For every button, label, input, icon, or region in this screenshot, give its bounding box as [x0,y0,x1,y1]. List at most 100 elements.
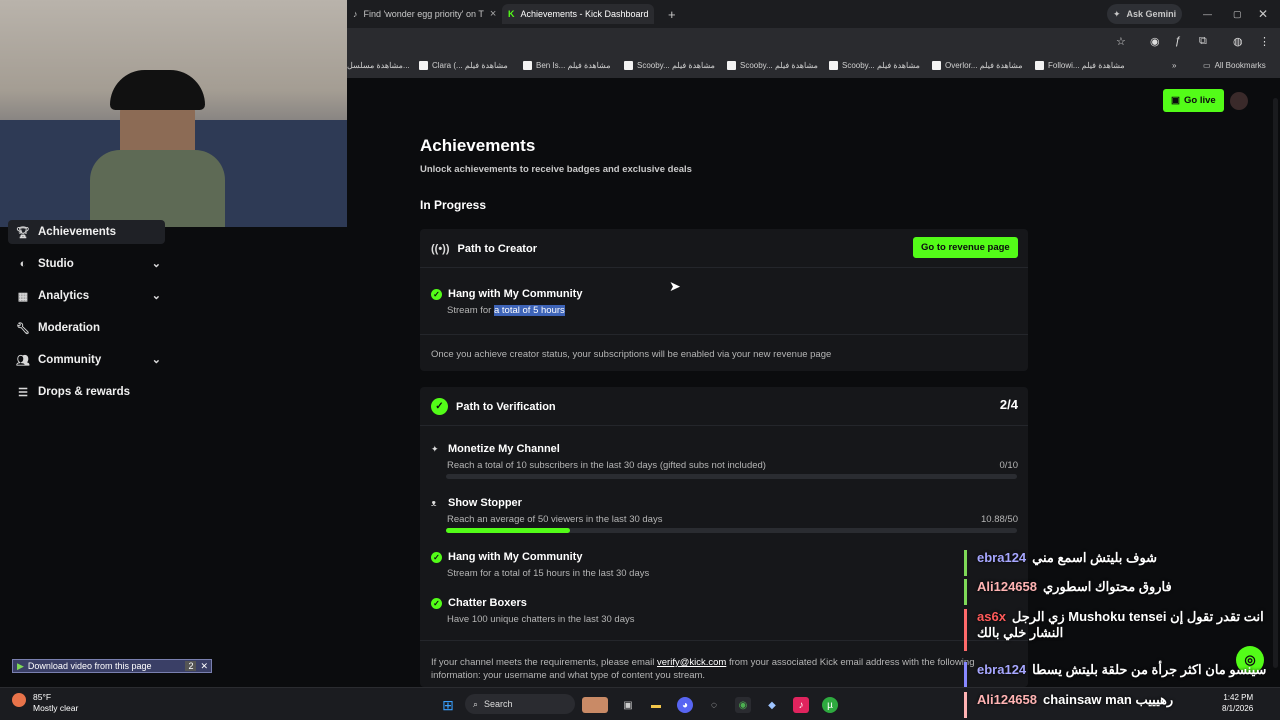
close-icon[interactable]: ✕ [200,661,211,672]
progress-bar [446,528,1017,533]
progress-fill [446,528,571,533]
path-to-verification-card: ✓ Path to Verification 2/4 ✦ Monetize My… [420,387,1028,687]
widget-icon[interactable] [582,697,608,713]
divider [420,640,1028,641]
creator-note: Once you achieve creator status, your su… [431,349,832,360]
kick-icon: K [508,9,515,19]
webcam-overlay [0,0,347,227]
verification-item: ᴥ Show Stopper [431,497,522,509]
mouse-cursor: ➤ [669,278,681,294]
play-icon: ▶ [17,660,24,671]
steam-icon[interactable]: ◆ [764,697,780,713]
studio-icon: ◐ [19,258,27,270]
sidebar-item-analytics[interactable]: ▦ Analytics ⌄ [8,284,165,308]
chevron-down-icon: ⌄ [151,354,161,366]
avatar[interactable] [1230,92,1248,110]
check-icon: ✓ [431,288,442,300]
verified-badge-icon: ✓ [431,398,448,415]
search-icon: ⌕ [473,698,479,709]
bookmark-item[interactable]: مشاهدة مسلسل... [347,61,410,70]
tiktok-app-icon[interactable]: ♪ [793,697,809,713]
go-live-button[interactable]: ▣ Go live [1163,89,1224,112]
clock[interactable]: 1:42 PM 8/1/2026 [1222,692,1253,714]
maximize-button[interactable]: ▢ [1227,4,1248,24]
menu-dots-icon[interactable]: ⋮ [1259,35,1270,48]
torrent-icon[interactable]: µ [822,697,838,713]
taskbar-search[interactable]: ⌕ Search [465,694,575,714]
tab-find-wonder-egg[interactable]: ♪ Find 'wonder egg priority' on T × [347,4,497,24]
tab-achievements[interactable]: K Achievements - Kick Dashboard × [502,4,654,24]
page-title: Achievements [420,136,536,155]
divider [420,425,1028,426]
bookmark-item[interactable]: Clara (... مشاهدة فيلم [419,61,508,70]
path-to-creator-card: ((•)) Path to Creator Go to revenue page… [420,229,1028,371]
sidebar-item-drops-rewards[interactable]: ☰ Drops & rewards [8,380,165,404]
verify-email-link[interactable]: verify@kick.com [657,657,726,668]
all-bookmarks[interactable]: ▭ All Bookmarks [1203,61,1266,70]
bookmark-item[interactable]: Ben Is... مشاهدة فيلم [523,61,610,70]
extensions-puzzle-icon[interactable]: ⧉ [1199,35,1207,48]
users-icon: 👥︎ [16,354,30,367]
wrench-icon: 🔧︎ [16,322,30,335]
creator-item: ✓ Hang with My Community [431,288,582,300]
sidebar: 🏆︎ Achievements ◐ Studio ⌄ ▦ Analytics ⌄… [0,220,175,687]
analytics-icon: ▦ [17,290,29,303]
progress-text: 10.88/50 [981,514,1018,525]
close-icon[interactable]: × [490,8,496,20]
creator-item-desc: Stream for a total of 5 hours [447,305,565,316]
app-icon[interactable]: ◌ [706,697,722,713]
progress-text: 0/10 [999,460,1019,471]
page-icon [523,61,532,70]
weather-widget[interactable]: 85°F Mostly clear [33,692,78,714]
star-icon[interactable]: ☆ [1116,35,1126,48]
scrollbar[interactable] [1273,98,1278,668]
bookmark-item[interactable]: Scooby... مشاهدة فيلم [727,61,818,70]
sidebar-item-achievements[interactable]: 🏆︎ Achievements [8,220,165,244]
bookmark-item[interactable]: Scooby... مشاهدة فيلم [624,61,715,70]
broadcast-icon: ((•)) [431,242,450,255]
drops-icon: ☰ [18,386,28,399]
chevron-down-icon: ⌄ [151,258,161,270]
page-icon [932,61,941,70]
webcam-shirt [90,150,225,227]
sidebar-item-community[interactable]: 👥︎ Community ⌄ [8,348,165,372]
weather-icon[interactable] [12,693,26,707]
verification-footer: If your channel meets the requirements, … [431,657,975,681]
task-view-icon[interactable]: ▣ [620,697,636,713]
bookmark-item[interactable]: Overlor... مشاهدة فيلم [932,61,1023,70]
download-video-bar[interactable]: ▶ Download video from this page 2 ✕ [12,659,212,673]
extension-circle-icon[interactable]: ◉ [1150,35,1160,48]
chat-message: Ali124658 فاروق محتواك اسطوري [964,579,1172,605]
people-icon: ᴥ [431,498,437,508]
sidebar-item-studio[interactable]: ◐ Studio ⌄ [8,252,165,276]
browser-tab-bar: ♪ Find 'wonder egg priority' on T × K Ac… [347,0,1280,28]
extension-f-icon[interactable]: ƒ [1175,35,1181,47]
windows-start-icon[interactable]: ⊞ [440,697,456,713]
item-desc: Stream for a total of 15 hours in the la… [447,568,650,579]
bookmark-item[interactable]: Scooby... مشاهدة فيلم [829,61,920,70]
divider [420,267,1028,268]
bookmark-item[interactable]: Followi... مشاهدة فيلم [1035,61,1125,70]
verification-item: ✦ Monetize My Channel [431,443,560,455]
sidebar-item-moderation[interactable]: 🔧︎ Moderation [8,316,165,340]
bookmarks-overflow-icon[interactable]: » [1172,61,1176,70]
divider [420,334,1028,335]
go-to-revenue-button[interactable]: Go to revenue page [913,237,1018,258]
chat-message: as6x زي الرجل Mushoku tensei انت تقدر تقو… [964,609,1264,651]
chat-message: ebra124 شوف بليتش اسمع مني [964,550,1157,576]
minimize-button[interactable]: — [1197,4,1218,24]
new-tab-button[interactable]: + [662,4,682,24]
page-icon [829,61,838,70]
check-icon: ✓ [431,551,442,563]
card-header: ✓ Path to Verification [420,387,1028,426]
discord-icon[interactable]: ◕ [677,697,693,713]
profile-icon[interactable]: ◍ [1233,35,1243,48]
chrome-icon[interactable]: ◉ [735,697,751,713]
progress-bar [446,474,1017,479]
ask-gemini-button[interactable]: ✦ Ask Gemini [1107,4,1183,24]
browser-toolbar: ☆ ◉ ƒ ⧉ ◍ ⋮ [347,28,1280,56]
file-explorer-icon[interactable]: ▬ [648,697,664,713]
page-icon [727,61,736,70]
window-close-button[interactable]: ✕ [1252,4,1274,24]
webcam-cap [110,70,205,110]
